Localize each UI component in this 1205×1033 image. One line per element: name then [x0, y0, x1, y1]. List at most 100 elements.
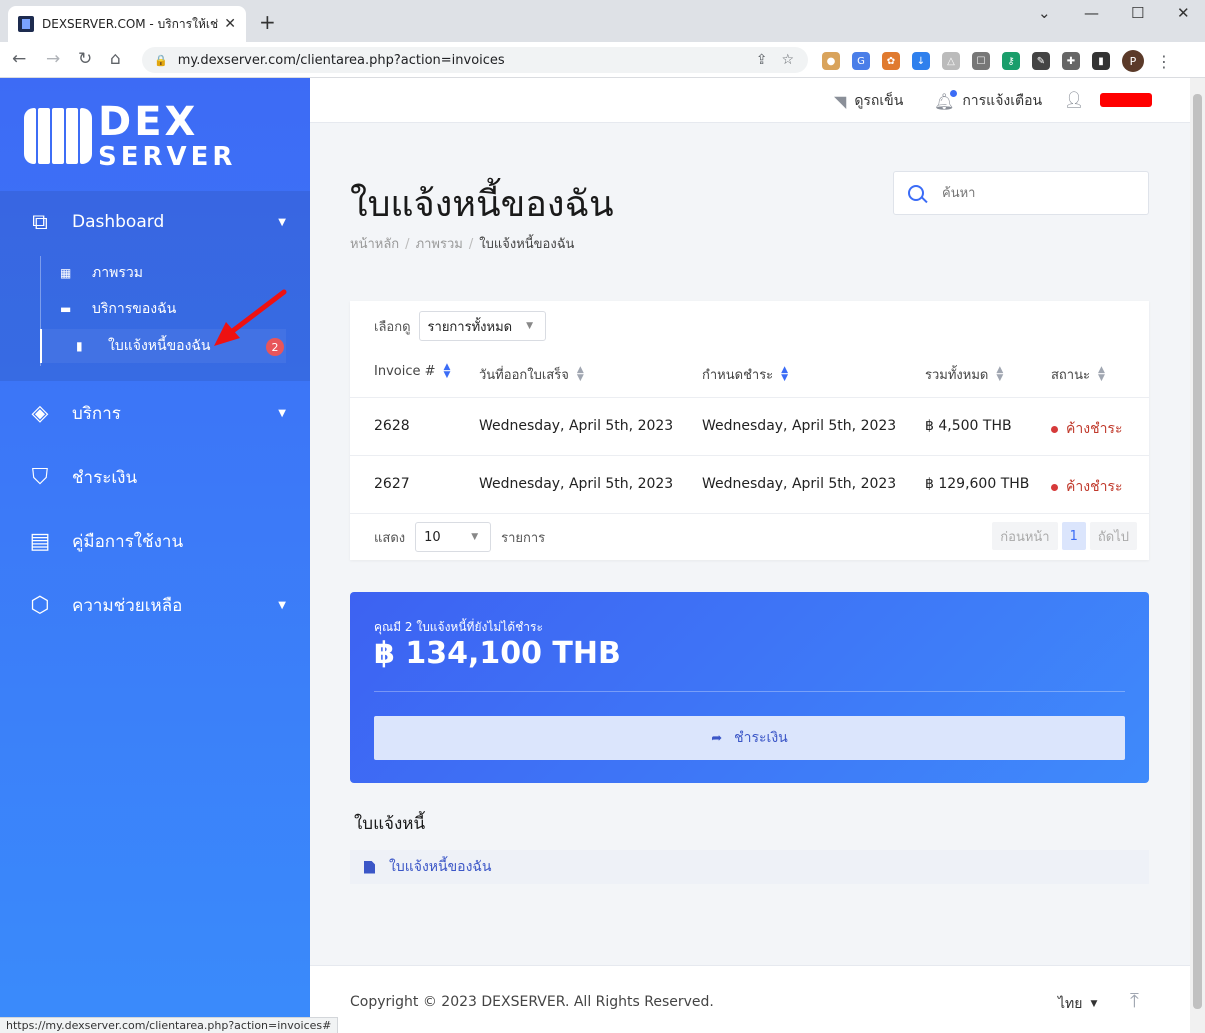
sidebar-item-label: คู่มือการใช้งาน [72, 531, 184, 552]
show-suffix-label: รายการ [501, 530, 546, 546]
support-icon: ⬡ [30, 592, 50, 618]
chevron-down-icon: ▼ [278, 216, 286, 228]
page-length-select[interactable]: 10 ▼ [415, 522, 492, 552]
column-header-invoice[interactable]: Invoice # ▲ ▼ [374, 363, 450, 379]
invoice-total: ฿ 129,600 THB [925, 476, 1030, 492]
language-selector[interactable]: ไทย ▼ [1058, 993, 1097, 1015]
invoice-table-card: เลือกดู รายการทั้งหมด ▼ Invoice # ▲ ▼ วัน… [350, 301, 1149, 560]
redacted-username [1100, 92, 1153, 107]
tab-search-chevron-icon[interactable]: ⌄ [1038, 4, 1051, 22]
puzzle-extensions-icon[interactable]: ✚ [1062, 52, 1080, 70]
unpaid-count-label: คุณมี 2 ใบแจ้งหนี้ที่ยังไม่ได้ชำระ [374, 620, 543, 634]
bookmark-star-icon[interactable]: ☆ [781, 52, 794, 68]
browser-tab[interactable]: DEXSERVER.COM - บริการให้เช่าและ ✕ [8, 6, 246, 42]
my-invoices-link[interactable]: ใบแจ้งหนี้ของฉัน [350, 850, 1149, 884]
sidebar-item-manual[interactable]: ▤ คู่มือการใช้งาน [24, 525, 286, 557]
column-header-label: วันที่ออกใบเสร็จ [479, 368, 569, 383]
url-text[interactable]: my.dexserver.com/clientarea.php?action=i… [178, 53, 756, 68]
key-extension-icon[interactable]: ⚷ [1002, 52, 1020, 70]
column-header-status[interactable]: สถานะ ▲ ▼ [1051, 364, 1105, 385]
cookie-extension-icon[interactable]: ● [822, 52, 840, 70]
red-arrow-annotation-icon [214, 289, 287, 346]
sidebar-item-dashboard[interactable]: ⧉ Dashboard ▼ [24, 206, 286, 238]
forward-icon[interactable]: → [46, 49, 60, 69]
sidebar-item-label: ชำระเงิน [72, 467, 138, 488]
notification-dot [950, 89, 958, 97]
sidebar-item-services[interactable]: ◈ บริการ ▼ [24, 397, 286, 429]
page-title: ใบแจ้งหนี้ของฉัน [350, 184, 614, 225]
server-icon: ▬ [60, 302, 72, 316]
search-box[interactable] [893, 171, 1149, 215]
table-row[interactable]: 2627 Wednesday, April 5th, 2023 Wednesda… [350, 455, 1149, 513]
breadcrumb-overview[interactable]: ภาพรวม [416, 237, 463, 252]
address-bar[interactable]: 🔒 my.dexserver.com/clientarea.php?action… [142, 47, 808, 73]
share-icon[interactable]: ⇪ [756, 52, 768, 68]
browser-menu-icon[interactable]: ⋮ [1156, 52, 1172, 71]
chat-extension-icon[interactable]: ☐ [972, 52, 990, 70]
prev-page-button[interactable]: ก่อนหน้า [992, 522, 1058, 550]
book-icon: ▤ [29, 528, 51, 554]
back-to-top-icon[interactable]: ⤒ [1130, 988, 1139, 1012]
sidebar-sub-overview[interactable]: ▦ ภาพรวม [40, 256, 286, 290]
home-icon[interactable]: ⌂ [110, 49, 121, 69]
sidebar-sub-label: ใบแจ้งหนี้ของฉัน [108, 338, 211, 354]
sort-icon: ▲ ▼ [576, 365, 584, 383]
chevron-down-icon: ▼ [1090, 999, 1098, 1009]
language-value: ไทย [1058, 996, 1083, 1012]
breadcrumb-home[interactable]: หน้าหลัก [350, 237, 399, 252]
page-footer: Copyright © 2023 DEXSERVER. All Rights R… [310, 965, 1190, 1033]
filter-select[interactable]: รายการทั้งหมด ▼ [418, 311, 547, 341]
pay-now-button[interactable]: ➦ ชำระเงิน [374, 716, 1125, 760]
window-close-icon[interactable]: ✕ [1177, 4, 1190, 22]
notifications-label: การแจ้งเตือน [962, 93, 1043, 109]
column-header-label: รวมทั้งหมด [925, 368, 989, 383]
chevron-down-icon: ▼ [278, 407, 286, 419]
triangle-extension-icon[interactable]: △ [942, 52, 960, 70]
site-favicon-icon [18, 16, 34, 32]
due-date: Wednesday, April 5th, 2023 [702, 476, 897, 492]
logo-text-dex: DEX [98, 99, 199, 145]
invoice-section-title: ใบแจ้งหนี้ [354, 814, 426, 834]
scrollbar-thumb[interactable] [1193, 94, 1202, 1009]
maximize-icon[interactable]: ☐ [1131, 4, 1144, 22]
view-cart-button[interactable]: ◥ ดูรถเข็น [834, 90, 903, 112]
side-panel-icon[interactable]: ▮ [1092, 52, 1110, 70]
sidebar-item-label: Dashboard [72, 212, 165, 232]
column-header-total[interactable]: รวมทั้งหมด ▲ ▼ [925, 364, 1003, 385]
tampermonkey-extension-icon[interactable]: ✿ [882, 52, 900, 70]
sidebar-item-billing[interactable]: ⛉ ชำระเงิน [24, 461, 286, 493]
page-length-control: แสดง 10 ▼ รายการ [374, 522, 545, 552]
new-tab-icon[interactable]: + [259, 10, 276, 34]
search-input[interactable] [942, 185, 1122, 201]
browser-toolbar: ← → ↻ ⌂ 🔒 my.dexserver.com/clientarea.ph… [0, 42, 1205, 78]
page-1-button[interactable]: 1 [1061, 522, 1086, 550]
minimize-icon[interactable]: — [1084, 4, 1099, 22]
back-icon[interactable]: ← [12, 49, 26, 69]
page-scrollbar[interactable] [1190, 78, 1205, 1033]
sidebar-sub-label: ภาพรวม [92, 265, 143, 281]
unpaid-summary-panel: คุณมี 2 ใบแจ้งหนี้ที่ยังไม่ได้ชำระ ฿ 134… [350, 592, 1149, 783]
reload-icon[interactable]: ↻ [78, 49, 92, 69]
translate-extension-icon[interactable]: G [852, 52, 870, 70]
lock-icon[interactable]: 🔒 [154, 54, 168, 67]
sort-icon: ▲ ▼ [996, 365, 1004, 383]
sidebar-item-support[interactable]: ⬡ ความช่วยเหลือ ▼ [24, 589, 286, 621]
download-extension-icon[interactable]: ↓ [912, 52, 930, 70]
wallet-icon: ⛉ [31, 464, 49, 490]
status-badge: ค้างชำระ [1051, 476, 1122, 498]
status-badge: ค้างชำระ [1051, 418, 1122, 440]
notifications-button[interactable]: 🔔︎ การแจ้งเตือน [934, 89, 1043, 112]
column-header-due-date[interactable]: กำหนดชำระ ▲ ▼ [702, 364, 788, 385]
profile-avatar[interactable]: P [1122, 50, 1144, 72]
column-header-issued-date[interactable]: วันที่ออกใบเสร็จ ▲ ▼ [479, 364, 584, 385]
invoice-id: 2627 [374, 476, 410, 492]
next-page-button[interactable]: ถัดไป [1089, 522, 1137, 550]
top-bar: ◥ ดูรถเข็น 🔔︎ การแจ้งเตือน 👤︎ [310, 78, 1190, 123]
table-row[interactable]: 2628 Wednesday, April 5th, 2023 Wednesda… [350, 397, 1149, 455]
column-header-label: Invoice # [374, 364, 436, 379]
logo[interactable]: DEX SERVER [24, 102, 236, 170]
close-tab-icon[interactable]: ✕ [224, 16, 236, 32]
user-menu-button[interactable]: 👤︎ [1064, 90, 1153, 109]
eyedropper-extension-icon[interactable]: ✎ [1032, 52, 1050, 70]
invoice-total: ฿ 4,500 THB [925, 418, 1012, 434]
